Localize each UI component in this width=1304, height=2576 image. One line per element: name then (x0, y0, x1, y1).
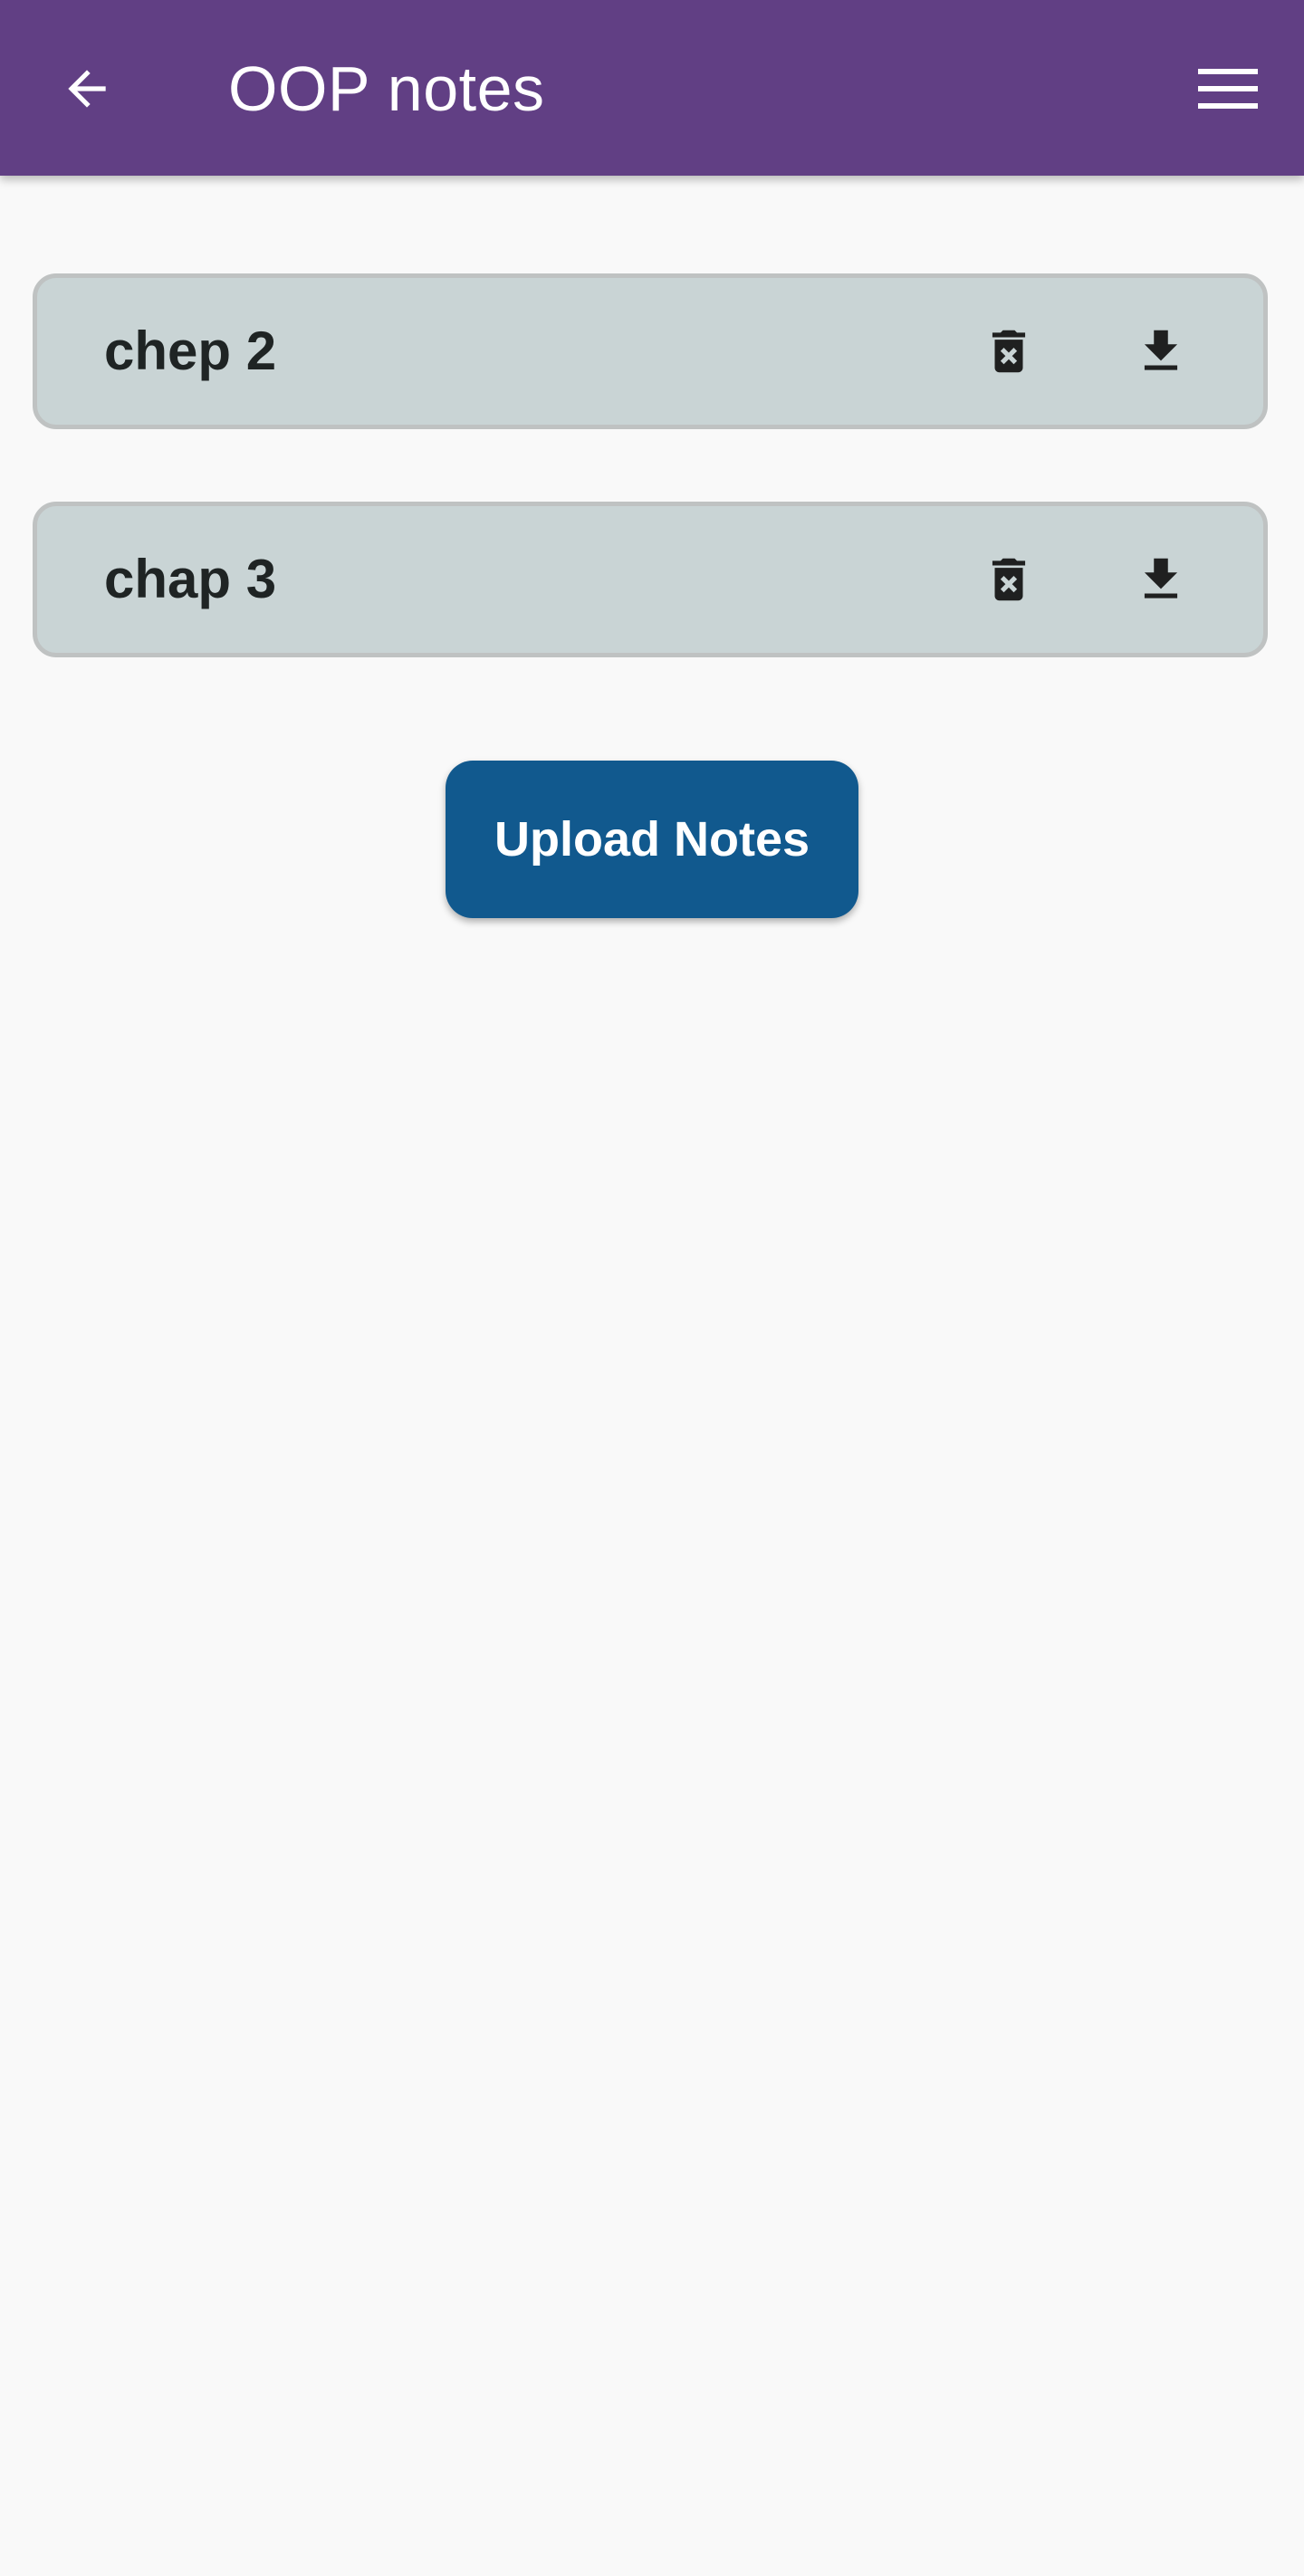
download-icon (1133, 321, 1189, 381)
note-card[interactable]: chep 2 (33, 273, 1268, 429)
delete-note-button[interactable] (976, 547, 1041, 612)
download-icon (1133, 550, 1189, 609)
note-title: chep 2 (104, 321, 277, 381)
download-note-button[interactable] (1128, 547, 1194, 612)
upload-notes-button[interactable]: Upload Notes (446, 761, 858, 918)
back-button[interactable] (54, 56, 120, 121)
arrow-back-icon (59, 61, 115, 117)
note-title: chap 3 (104, 549, 277, 609)
delete-forever-icon (981, 550, 1037, 609)
app-bar: OOP notes (0, 0, 1304, 176)
menu-button[interactable] (1192, 58, 1264, 120)
delete-note-button[interactable] (976, 319, 1041, 384)
note-card[interactable]: chap 3 (33, 502, 1268, 657)
page-title: OOP notes (228, 53, 545, 124)
delete-forever-icon (981, 321, 1037, 381)
download-note-button[interactable] (1128, 319, 1194, 384)
hamburger-menu-icon (1198, 67, 1258, 110)
